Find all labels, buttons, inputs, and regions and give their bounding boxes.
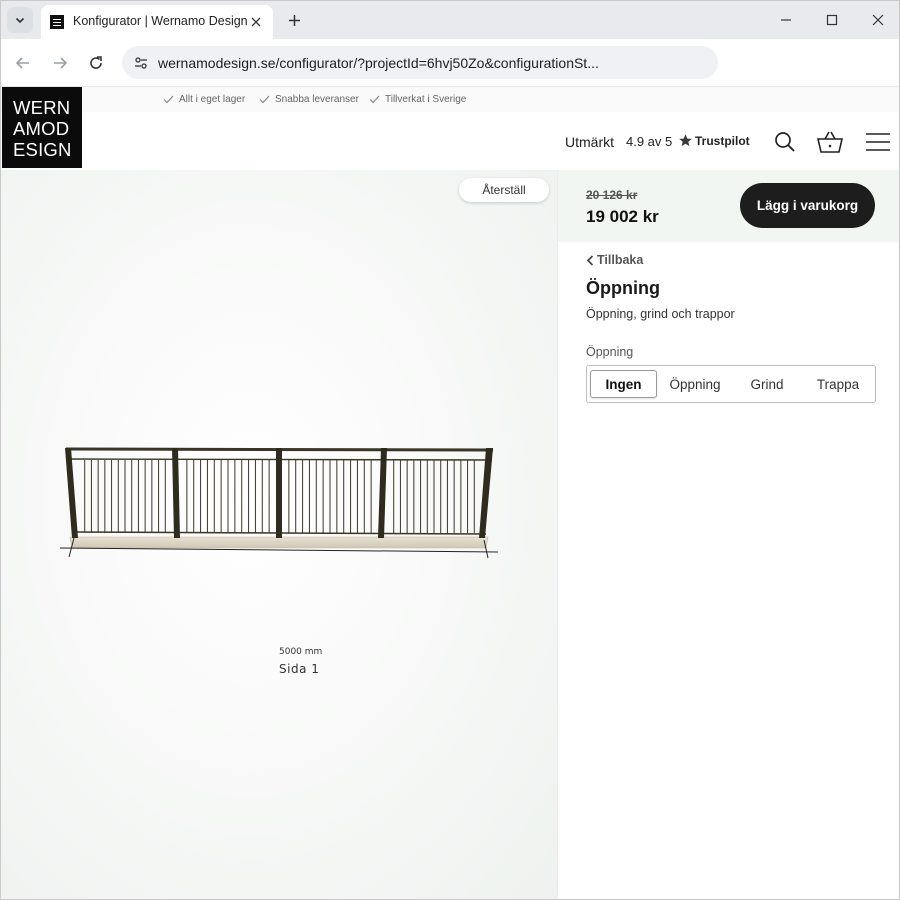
side-label: Sida 1 [279, 662, 320, 676]
reset-button[interactable]: Återställ [459, 178, 549, 202]
option-grind[interactable]: Grind [733, 370, 801, 398]
check-icon [369, 95, 380, 104]
review-score: 4.9 av 5 [626, 134, 673, 149]
search-button[interactable] [771, 128, 799, 156]
option-oppning[interactable]: Öppning [660, 370, 730, 398]
menu-button[interactable] [864, 128, 892, 156]
option-trappa[interactable]: Trappa [804, 370, 872, 398]
opening-selector: Ingen Öppning Grind Trappa [586, 365, 876, 403]
check-icon [259, 95, 270, 104]
section-title: Öppning [586, 278, 660, 298]
review-label: Utmärkt [565, 134, 614, 150]
maximize-icon [826, 14, 838, 26]
url-text: wernamodesign.se/configurator/?projectId… [158, 55, 599, 71]
railing-3d-model [59, 447, 499, 559]
site-header: Utmärkt 4.9 av 5 Trustpilot [1, 112, 899, 170]
add-to-cart-label: Lägg i varukorg [756, 198, 859, 213]
reload-icon [90, 56, 102, 69]
minimize-button[interactable] [775, 9, 797, 31]
browser-toolbar: wernamodesign.se/configurator/?projectId… [1, 39, 899, 87]
site-favicon-icon [50, 15, 64, 29]
dimension-label: 5000 mm [279, 647, 323, 657]
forward-button[interactable] [48, 51, 72, 75]
tune-icon [135, 57, 147, 69]
usp-bar: Allt i eget lager Snabba leveranser Till… [1, 87, 899, 112]
section-description: Öppning, grind och trappor [586, 307, 735, 321]
window-close-button[interactable] [867, 9, 889, 31]
tab-close-button[interactable] [247, 13, 265, 31]
chevron-left-icon [586, 254, 594, 266]
option-label: Grind [750, 376, 784, 392]
minimize-icon [781, 19, 791, 21]
browser-tab[interactable]: Konfigurator | Wernamo Design [41, 5, 273, 39]
tab-title: Konfigurator | Wernamo Design [73, 14, 248, 28]
option-ingen[interactable]: Ingen [590, 370, 657, 398]
hamburger-menu-icon [866, 133, 890, 151]
browser-window: Konfigurator | Wernamo Design wernamodes… [0, 0, 900, 900]
web-page: Allt i eget lager Snabba leveranser Till… [1, 87, 899, 899]
trustpilot-badge[interactable]: Trustpilot [678, 133, 750, 148]
usp-text: Snabba leveranser [275, 94, 359, 105]
back-button[interactable] [11, 51, 35, 75]
usp-item: Tillverkat i Sverige [369, 94, 466, 105]
arrow-left-icon [15, 57, 29, 69]
back-link[interactable]: Tillbaka [586, 253, 643, 267]
tab-bar: Konfigurator | Wernamo Design [1, 1, 899, 39]
usp-item: Snabba leveranser [259, 94, 359, 105]
maximize-button[interactable] [821, 9, 843, 31]
search-icon [775, 132, 795, 152]
configurator-3d-viewport[interactable]: Återställ 5000 mm Sida 1 [1, 170, 557, 899]
usp-text: Tillverkat i Sverige [385, 94, 467, 105]
close-icon [872, 14, 884, 26]
close-icon [251, 17, 261, 27]
price-bar: 20 126 kr 19 002 kr Lägg i varukorg [558, 170, 899, 242]
site-info-button[interactable] [130, 52, 152, 74]
basket-icon [816, 131, 844, 153]
configuration-panel: 20 126 kr 19 002 kr Lägg i varukorg Till… [557, 170, 899, 899]
option-label: Trappa [816, 376, 860, 392]
check-icon [163, 95, 174, 104]
back-label: Tillbaka [597, 253, 644, 267]
usp-item: Allt i eget lager [163, 94, 245, 105]
cart-button[interactable] [816, 128, 844, 156]
plus-icon [288, 14, 300, 26]
reload-button[interactable] [84, 51, 108, 75]
tab-search-button[interactable] [7, 7, 33, 33]
star-icon [679, 134, 692, 147]
option-label: Ingen [605, 376, 642, 392]
current-price: 19 002 kr [586, 207, 659, 226]
new-tab-button[interactable] [283, 9, 305, 31]
arrow-right-icon [54, 57, 68, 69]
reset-label: Återställ [482, 183, 526, 197]
original-price: 20 126 kr [586, 188, 638, 202]
chevron-down-icon [15, 17, 25, 24]
address-bar[interactable]: wernamodesign.se/configurator/?projectId… [122, 46, 718, 79]
opening-field-label: Öppning [586, 345, 634, 359]
option-label: Öppning [669, 376, 721, 392]
usp-text: Allt i eget lager [179, 94, 246, 105]
add-to-cart-button[interactable]: Lägg i varukorg [740, 183, 875, 228]
trustpilot-text: Trustpilot [695, 133, 750, 148]
